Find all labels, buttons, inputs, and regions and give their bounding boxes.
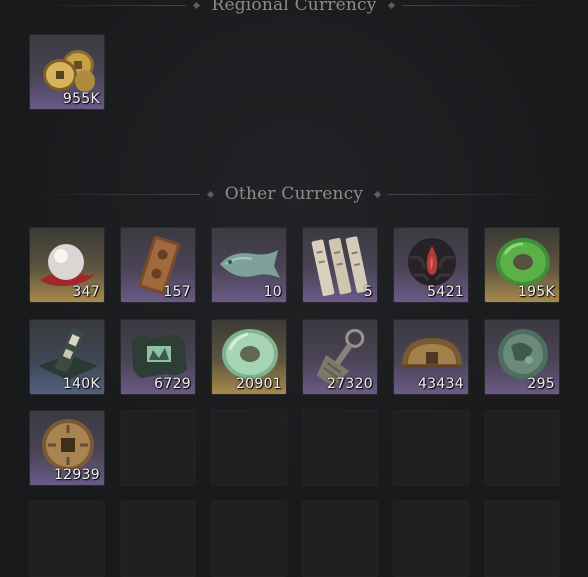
header-diamond-right <box>387 1 395 9</box>
item-count: 12939 <box>53 467 100 483</box>
item-count: 10 <box>263 284 282 300</box>
currency-slot-scroll-slips[interactable]: 5 <box>302 227 378 303</box>
header-diamond-left <box>193 1 201 9</box>
currency-slot-jade-map[interactable]: 6729 <box>120 319 196 395</box>
empty-slot <box>484 410 560 486</box>
empty-slot <box>120 501 196 577</box>
item-count: 140K <box>62 376 100 392</box>
item-count: 20901 <box>235 376 282 392</box>
header-diamond-left <box>206 190 214 198</box>
currency-slot-patina-coin[interactable]: 295 <box>484 319 560 395</box>
currency-slot-pearl[interactable]: 347 <box>29 227 105 303</box>
item-count: 955K <box>62 91 100 107</box>
regional-currency-title: Regional Currency <box>211 0 377 15</box>
empty-slot <box>484 501 560 577</box>
regional-currency-header: Regional Currency <box>30 0 558 15</box>
empty-slot <box>120 410 196 486</box>
currency-slot-jade-fish[interactable]: 10 <box>211 227 287 303</box>
header-divider-left <box>30 193 200 195</box>
item-count: 5421 <box>427 284 464 300</box>
item-count: 6729 <box>154 376 191 392</box>
currency-slot-pale-jade-disc[interactable]: 20901 <box>211 319 287 395</box>
currency-slot-green-jade-ring[interactable]: 195K <box>484 227 560 303</box>
header-divider-right <box>401 4 558 6</box>
header-diamond-right <box>374 190 382 198</box>
currency-slot-spade-coin[interactable]: 27320 <box>302 319 378 395</box>
item-count: 43434 <box>417 376 464 392</box>
currency-slot-bronze-half-disc[interactable]: 43434 <box>393 319 469 395</box>
empty-slot <box>211 501 287 577</box>
currency-slot-gold-coins[interactable]: 955K <box>29 34 105 110</box>
empty-slot <box>302 410 378 486</box>
header-divider-right <box>388 193 559 195</box>
other-currency-header: Other Currency <box>30 184 559 204</box>
item-count: 195K <box>517 284 555 300</box>
item-count: 157 <box>163 284 191 300</box>
currency-slot-bronze-token[interactable]: 157 <box>120 227 196 303</box>
item-count: 27320 <box>326 376 373 392</box>
currency-slot-square-hole-coin[interactable]: 12939 <box>29 410 105 486</box>
empty-slot <box>211 410 287 486</box>
item-count: 5 <box>363 284 373 300</box>
empty-slot <box>393 410 469 486</box>
empty-slot <box>29 501 105 577</box>
empty-slot <box>302 501 378 577</box>
empty-slot <box>393 501 469 577</box>
header-divider-left <box>30 4 187 6</box>
item-count: 347 <box>72 284 100 300</box>
item-count: 295 <box>527 376 555 392</box>
other-currency-title: Other Currency <box>224 184 364 204</box>
currency-slot-dark-flame-emblem[interactable]: 5421 <box>393 227 469 303</box>
currency-slot-jade-tablet[interactable]: 140K <box>29 319 105 395</box>
